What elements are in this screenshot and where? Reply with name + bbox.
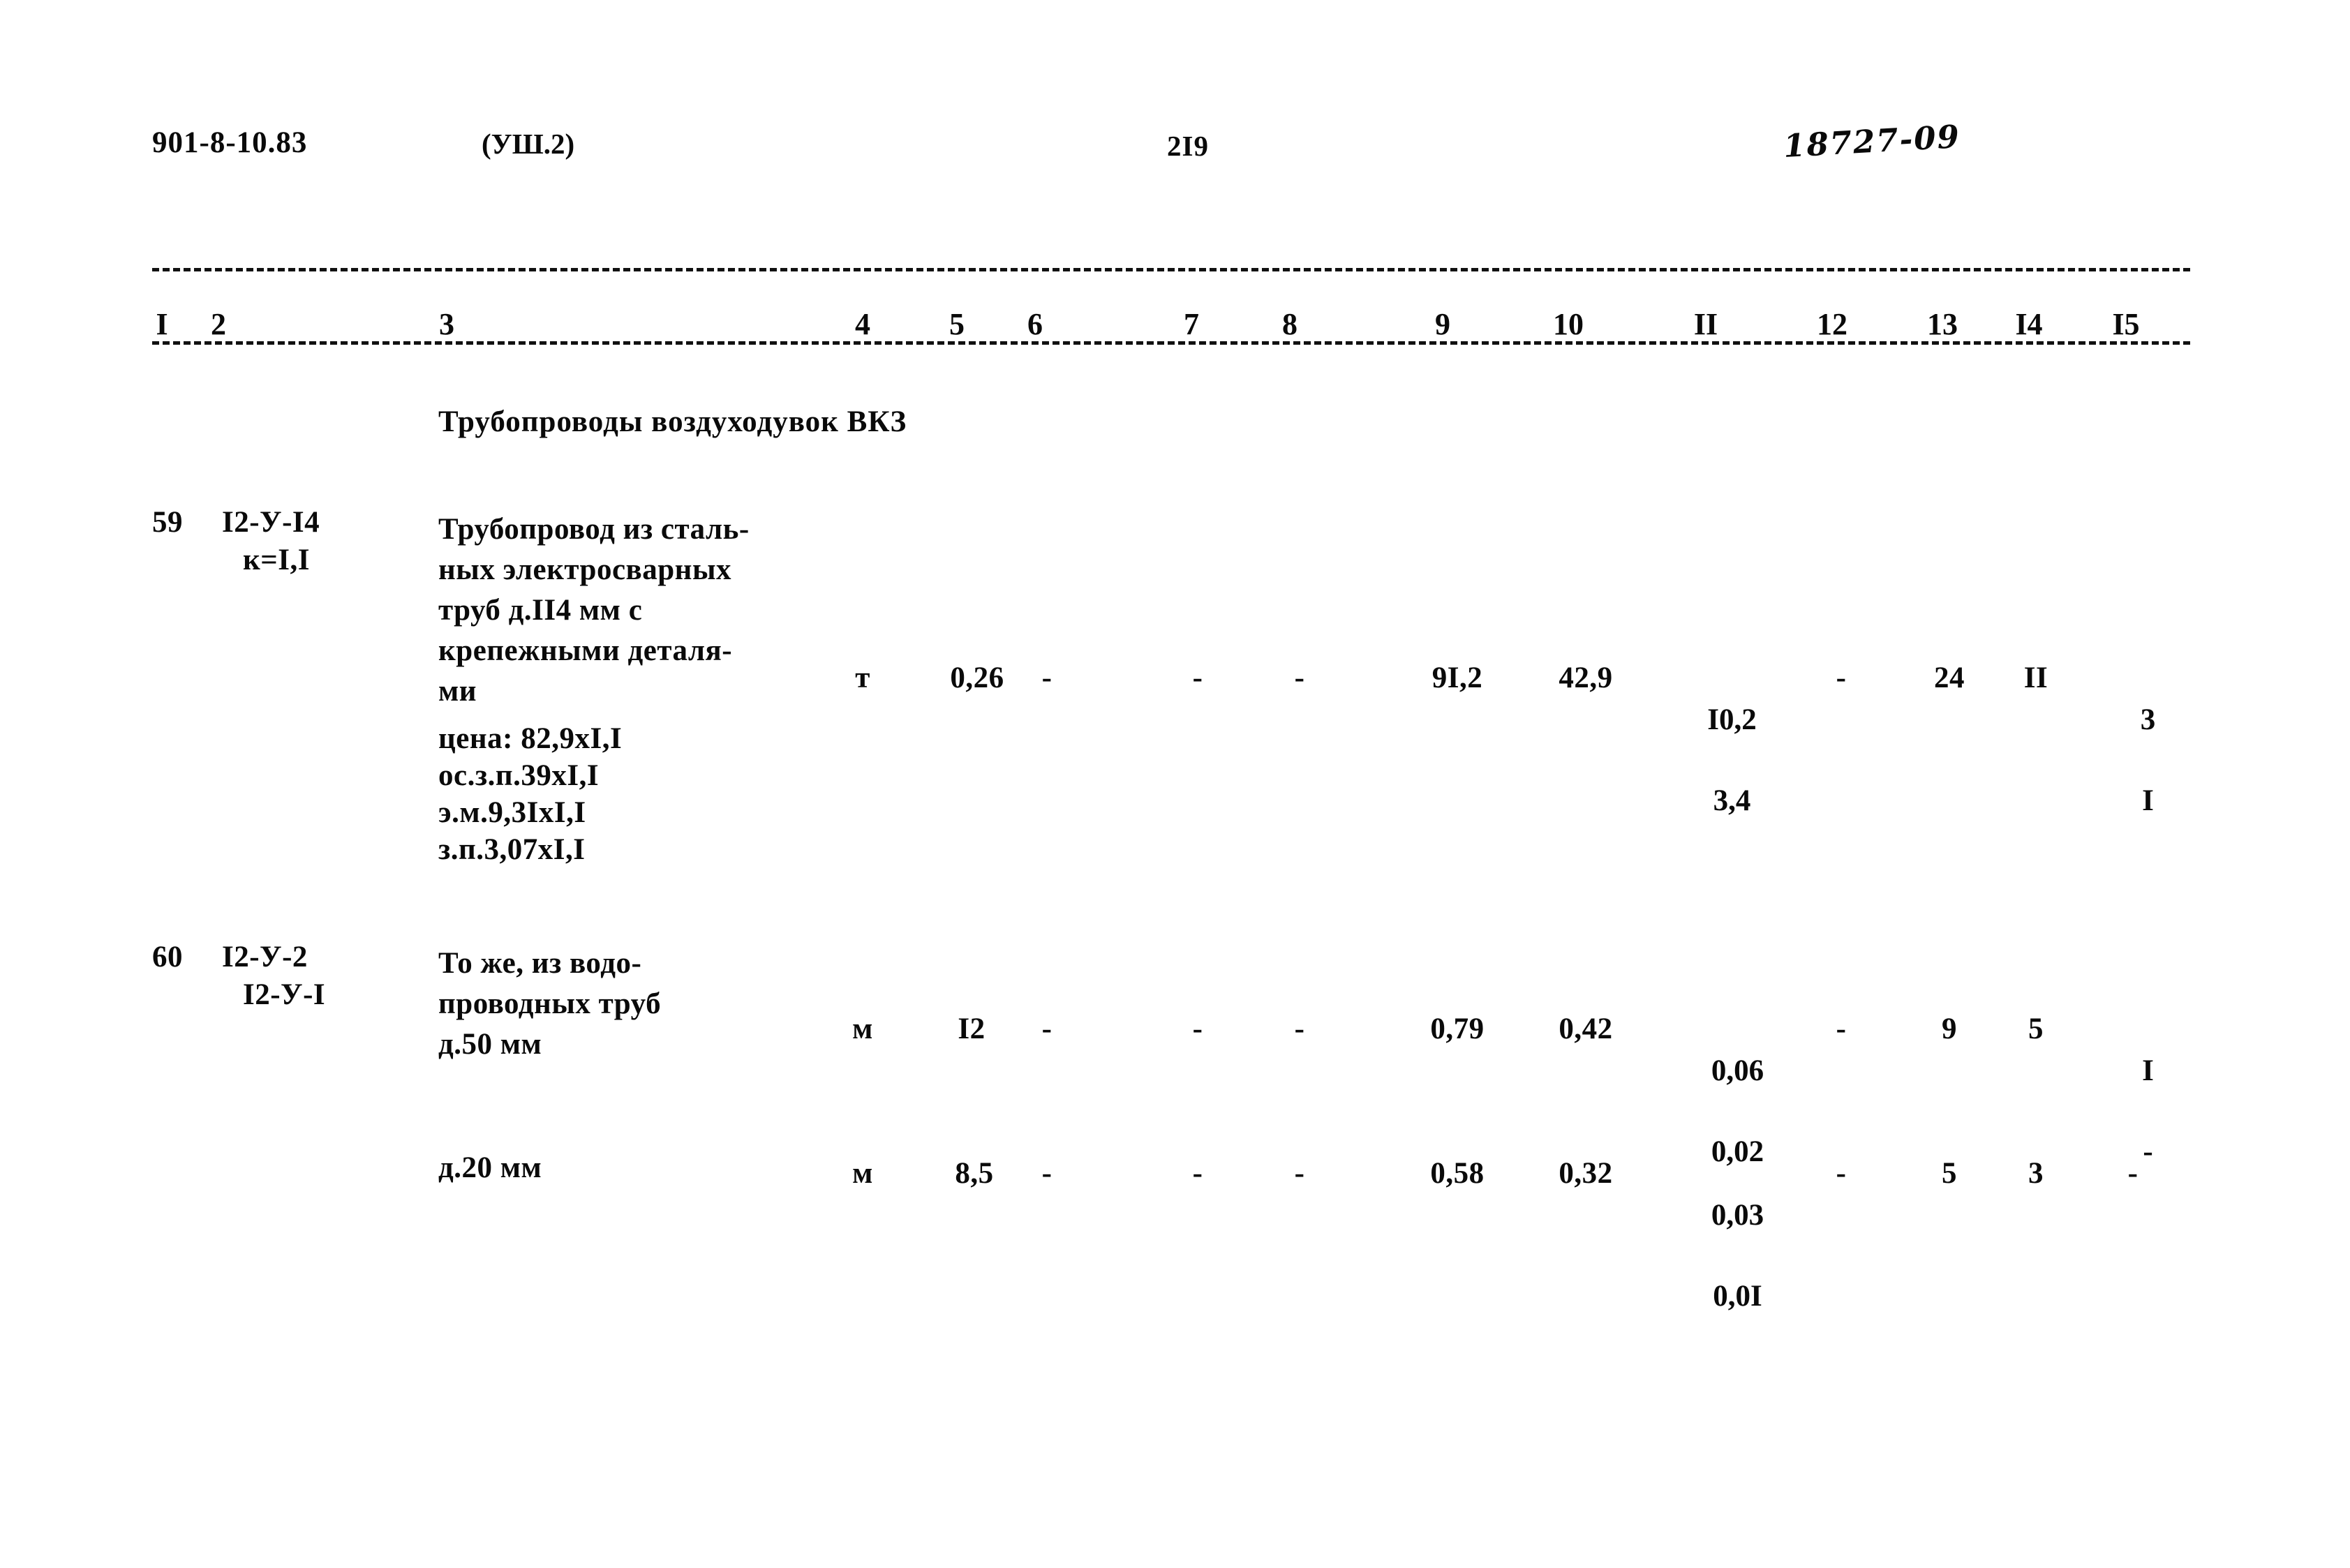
column-number-2: 2 <box>207 309 230 340</box>
row-col12: - <box>1836 1013 1847 1045</box>
column-number-4: 4 <box>851 309 874 340</box>
row-col5: 0,26 <box>950 662 1004 694</box>
row-description-line: ми <box>438 675 477 708</box>
row-number: 59 <box>152 506 183 539</box>
row-price-line: цена: 82,9xI,I <box>438 722 623 755</box>
row-unit: м <box>852 1157 873 1190</box>
row-col6: - <box>1041 662 1053 694</box>
row-price-line: ос.з.п.39xI,I <box>438 759 600 792</box>
row-col15-bottom: I <box>2142 784 2154 817</box>
row-description-line: крепежными деталя- <box>438 634 733 667</box>
column-number-I: I <box>152 309 172 340</box>
row-description-line: ных электросварных <box>438 553 732 586</box>
row-code-line1: I2-У-2 <box>222 941 308 973</box>
row-col15-bottom: - <box>2143 1135 2153 1168</box>
row-code-line2: к=I,I <box>243 544 310 576</box>
row-col15-top: I <box>2142 1054 2154 1087</box>
column-number-8: 8 <box>1279 309 1301 340</box>
row-code-line1: I2-У-I4 <box>222 506 320 539</box>
row-col13: 9 <box>1942 1013 1957 1045</box>
column-number-7: 7 <box>1180 309 1203 340</box>
row-col7: - <box>1192 662 1203 694</box>
row-description-line: проводных труб <box>438 987 662 1020</box>
row-col11-top: 0,06 <box>1711 1054 1764 1087</box>
row-description-line: То же, из водо- <box>438 947 642 980</box>
column-number-5: 5 <box>946 309 968 340</box>
column-number-strip: I 2 3 4 5 6 7 8 9 10 II 12 13 I4 I5 <box>0 309 2350 348</box>
column-number-II: II <box>1690 309 1722 340</box>
row-col11-bottom: 0,0I <box>1713 1280 1762 1313</box>
row-description-line: Трубопровод из сталь- <box>438 513 750 546</box>
column-number-13: 13 <box>1924 309 1961 340</box>
column-number-6: 6 <box>1024 309 1046 340</box>
row-col11-bottom: 3,4 <box>1713 784 1751 817</box>
row-col6: - <box>1041 1013 1053 1045</box>
column-number-10: 10 <box>1549 309 1587 340</box>
row-col14: 5 <box>2028 1013 2044 1045</box>
row-code-line2: I2-У-I <box>243 978 326 1011</box>
row-col12: - <box>1836 1157 1847 1190</box>
row-col9: 0,79 <box>1430 1013 1485 1045</box>
row-col5: 8,5 <box>955 1157 994 1190</box>
row-number: 60 <box>152 941 183 973</box>
row-unit: м <box>852 1013 873 1045</box>
row-col9: 0,58 <box>1430 1157 1485 1190</box>
row-col5: I2 <box>958 1013 986 1045</box>
row-col13: 5 <box>1942 1157 1957 1190</box>
row-col10: 0,32 <box>1559 1157 1613 1190</box>
document-code: 901-8-10.83 <box>152 126 308 159</box>
table-top-rule <box>152 268 2190 271</box>
handwritten-stamp: 18727-09 <box>1782 117 1962 165</box>
row-description-line: труб д.II4 мм с <box>438 594 643 627</box>
row-col11-top: I0,2 <box>1707 703 1757 736</box>
row-col8: - <box>1294 662 1305 694</box>
row-unit: т <box>855 662 870 694</box>
column-number-9: 9 <box>1431 309 1454 340</box>
column-number-I4: I4 <box>2011 309 2046 340</box>
row-col11-top: 0,03 <box>1711 1199 1764 1232</box>
row-price-line: э.м.9,3IxI,I <box>438 796 586 829</box>
row-col13: 24 <box>1934 662 1965 694</box>
row-description-line: д.50 мм <box>438 1028 542 1061</box>
column-number-12: 12 <box>1813 309 1851 340</box>
page-number: 2I9 <box>1167 130 1209 162</box>
row-price-line: з.п.3,07xI,I <box>438 833 586 866</box>
document-page: 901-8-10.83 (УШ.2) 2I9 18727-09 I2345678… <box>0 0 2350 1568</box>
row-col10: 42,9 <box>1559 662 1613 694</box>
row-col7: - <box>1192 1157 1203 1190</box>
row-col15-top: 3 <box>2140 703 2156 736</box>
row-col9: 9I,2 <box>1431 662 1483 694</box>
row-description-line: д.20 мм <box>438 1151 542 1184</box>
row-col6: - <box>1041 1157 1053 1190</box>
document-variant: (УШ.2) <box>482 128 575 160</box>
row-col14: 3 <box>2028 1157 2044 1190</box>
section-title: Трубопроводы воздуходувок ВКЗ <box>438 405 907 438</box>
row-col7: - <box>1192 1013 1203 1045</box>
row-col8: - <box>1294 1157 1305 1190</box>
row-col8: - <box>1294 1013 1305 1045</box>
row-col14: II <box>2023 662 2048 694</box>
row-col10: 0,42 <box>1559 1013 1613 1045</box>
column-number-3: 3 <box>436 309 458 340</box>
row-col12: - <box>1836 662 1847 694</box>
row-col15-top: - <box>2127 1157 2139 1190</box>
column-number-I5: I5 <box>2109 309 2143 340</box>
